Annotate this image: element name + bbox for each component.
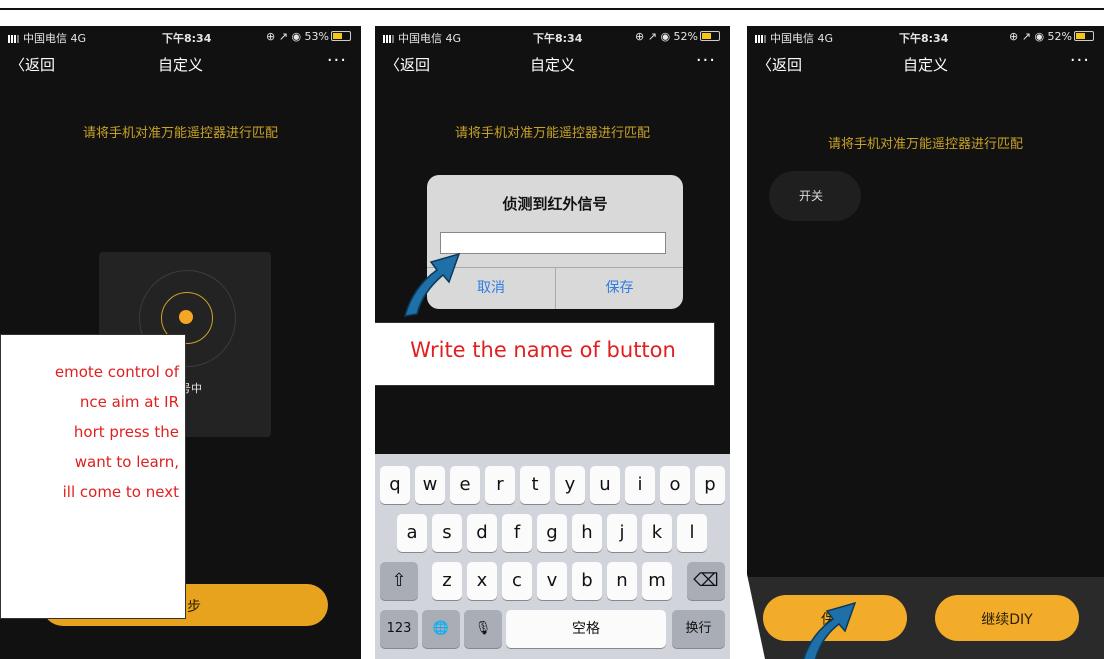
key-s[interactable]: s: [432, 514, 462, 552]
match-hint: 请将手机对准万能遥控器进行匹配: [454, 126, 650, 141]
return-key[interactable]: 换行: [672, 610, 725, 648]
key-c[interactable]: c: [502, 562, 532, 600]
key-a[interactable]: a: [397, 514, 427, 552]
match-hint: 请将手机对准万能遥控器进行匹配: [827, 137, 1023, 152]
more-icon[interactable]: ···: [327, 50, 347, 71]
space-key[interactable]: 空格: [506, 610, 666, 648]
phone-screen-scanning: 中国电信 4G 下午8:34 ⊕ ↗ ◉ 53% 〈返回 自定义 ··· 请将手…: [0, 26, 361, 659]
key-z[interactable]: z: [432, 562, 462, 600]
status-bar: 中国电信 4G 下午8:34 ⊕ ↗ ◉ 52%: [375, 26, 730, 46]
key-u[interactable]: u: [590, 466, 620, 504]
clock: 下午8:34: [162, 32, 212, 45]
carrier-label: 中国电信 4G: [770, 32, 834, 45]
battery-icon: [331, 31, 351, 41]
continue-diy-button[interactable]: 继续DIY: [935, 595, 1079, 641]
battery-percent: 52%: [1047, 30, 1072, 43]
carrier-label: 中国电信 4G: [398, 32, 462, 45]
more-icon[interactable]: ···: [1070, 50, 1090, 71]
phone-screen-name-dialog: 中国电信 4G 下午8:34 ⊕ ↗ ◉ 52% 〈返回 自定义 ··· 请将手…: [375, 26, 730, 659]
location-alarm-icon: ⊕ ↗ ◉: [1009, 30, 1045, 43]
status-bar: 中国电信 4G 下午8:34 ⊕ ↗ ◉ 52%: [747, 26, 1104, 46]
key-m[interactable]: m: [642, 562, 672, 600]
keyboard: q w e r t y u i o p a s d f g h j k l ⇧ …: [375, 454, 730, 659]
key-n[interactable]: n: [607, 562, 637, 600]
key-k[interactable]: k: [642, 514, 672, 552]
status-bar: 中国电信 4G 下午8:34 ⊕ ↗ ◉ 53%: [0, 26, 361, 46]
key-t[interactable]: t: [520, 466, 550, 504]
key-j[interactable]: j: [607, 514, 637, 552]
battery-icon: [1074, 31, 1094, 41]
delete-key[interactable]: ⌫: [687, 562, 725, 600]
key-i[interactable]: i: [625, 466, 655, 504]
location-alarm-icon: ⊕ ↗ ◉: [266, 30, 302, 43]
nav-bar: 〈返回 自定义 ···: [0, 48, 361, 78]
key-p[interactable]: p: [695, 466, 725, 504]
globe-icon[interactable]: 🌐: [422, 610, 460, 648]
key-f[interactable]: f: [502, 514, 532, 552]
clock: 下午8:34: [533, 32, 583, 45]
dialog-title: 侦测到红外信号: [502, 195, 608, 213]
page-title: 自定义: [157, 56, 203, 74]
signal-icon: [383, 35, 395, 43]
key-x[interactable]: x: [467, 562, 497, 600]
page-title: 自定义: [902, 56, 948, 74]
learned-button-chip[interactable]: 开关: [769, 171, 861, 221]
save-button[interactable]: 保存: [556, 267, 683, 309]
key-h[interactable]: h: [572, 514, 602, 552]
phone-screen-learned: 中国电信 4G 下午8:34 ⊕ ↗ ◉ 52% 〈返回 自定义 ··· 请将手…: [747, 26, 1104, 659]
top-divider-line: [0, 8, 1104, 10]
key-b[interactable]: b: [572, 562, 602, 600]
button-name-input[interactable]: [440, 232, 666, 254]
page-title: 自定义: [529, 56, 575, 74]
key-l[interactable]: l: [677, 514, 707, 552]
key-g[interactable]: g: [537, 514, 567, 552]
carrier-label: 中国电信 4G: [23, 32, 87, 45]
key-y[interactable]: y: [555, 466, 585, 504]
key-w[interactable]: w: [415, 466, 445, 504]
signal-icon: [8, 35, 20, 43]
annotation-box-learn: emote control of nce aim at IR hort pres…: [0, 334, 186, 619]
signal-icon: [755, 35, 767, 43]
key-q[interactable]: q: [380, 466, 410, 504]
key-v[interactable]: v: [537, 562, 567, 600]
key-d[interactable]: d: [467, 514, 497, 552]
clock: 下午8:34: [899, 32, 949, 45]
annotation-box-name: Write the name of button: [375, 322, 715, 386]
nav-bar: 〈返回 自定义 ···: [747, 48, 1104, 78]
battery-percent: 53%: [304, 30, 329, 43]
radar-dot-icon: [179, 310, 193, 324]
match-hint: 请将手机对准万能遥控器进行匹配: [82, 126, 278, 141]
location-alarm-icon: ⊕ ↗ ◉: [635, 30, 671, 43]
battery-percent: 52%: [673, 30, 698, 43]
key-r[interactable]: r: [485, 466, 515, 504]
microphone-icon[interactable]: 🎙: [464, 610, 502, 648]
numbers-key[interactable]: 123: [380, 610, 418, 648]
pointer-arrow-icon: [403, 252, 461, 317]
battery-icon: [700, 31, 720, 41]
more-icon[interactable]: ···: [696, 50, 716, 71]
shift-key[interactable]: ⇧: [380, 562, 418, 600]
key-o[interactable]: o: [660, 466, 690, 504]
key-e[interactable]: e: [450, 466, 480, 504]
pointer-arrow-icon: [802, 601, 857, 659]
nav-bar: 〈返回 自定义 ···: [375, 48, 730, 78]
